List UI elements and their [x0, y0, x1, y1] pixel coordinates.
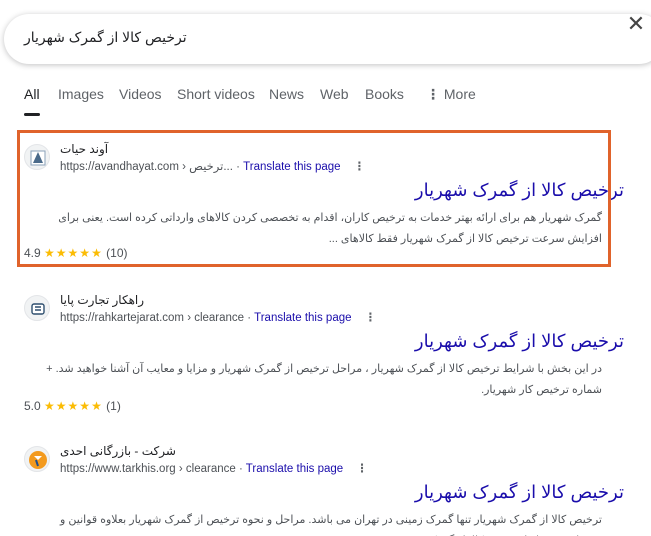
tab-web[interactable]: Web	[320, 86, 349, 102]
tab-more[interactable]: ⋮ More	[426, 86, 476, 103]
search-results-page: ترخیص کالا از گمرک شهریار ✕ All Images V…	[0, 0, 651, 536]
result-url-line: https://rahkartejarat.com › clearance · …	[60, 312, 377, 324]
site-favicon-icon	[24, 295, 50, 321]
result-snippet: در این بخش با شرایط ترخیص کالا از گمرک ش…	[46, 363, 602, 396]
result-url-line: https://www.tarkhis.org › clearance · Tr…	[60, 463, 368, 475]
rating-value: 5.0	[24, 399, 41, 413]
rating-stars: ★★★★★	[44, 399, 103, 413]
translate-link[interactable]: Translate this page	[246, 463, 343, 475]
search-bar[interactable]: ترخیص کالا از گمرک شهریار	[4, 14, 651, 64]
tab-all[interactable]: All	[24, 86, 40, 116]
tab-images[interactable]: Images	[58, 86, 104, 102]
site-favicon-icon	[24, 446, 50, 472]
highlight-box	[17, 130, 611, 267]
more-vert-icon: ⋮	[426, 86, 440, 102]
result-site-name: راهکار تجارت پایا	[60, 293, 145, 307]
close-icon[interactable]: ✕	[625, 14, 647, 36]
tab-label: More	[443, 86, 476, 102]
active-tab-indicator	[24, 113, 40, 116]
tab-books[interactable]: Books	[365, 86, 404, 102]
result-url[interactable]: https://rahkartejarat.com › clearance	[60, 312, 244, 324]
review-count: (1)	[106, 399, 121, 413]
search-input[interactable]: ترخیص کالا از گمرک شهریار	[24, 29, 187, 46]
result-url[interactable]: https://www.tarkhis.org › clearance	[60, 463, 236, 475]
result-snippet: ترخیص کالا از گمرک شهریار تنها گمرک زمین…	[60, 514, 602, 536]
result-site-name: شرکت - بازرگانی احدی	[60, 444, 176, 458]
result-rating: 5.0 ★★★★★ (1)	[24, 399, 121, 413]
translate-link[interactable]: Translate this page	[254, 312, 351, 324]
more-options-icon[interactable]: ⋮	[365, 312, 377, 324]
more-options-icon[interactable]: ⋮	[356, 463, 368, 475]
tab-label: All	[24, 86, 40, 102]
result-title[interactable]: ترخیص کالا از گمرک شهریار	[415, 482, 624, 503]
tab-short-videos[interactable]: Short videos	[177, 86, 255, 102]
tab-news[interactable]: News	[269, 86, 304, 102]
result-title[interactable]: ترخیص کالا از گمرک شهریار	[415, 331, 624, 352]
tab-videos[interactable]: Videos	[119, 86, 162, 102]
